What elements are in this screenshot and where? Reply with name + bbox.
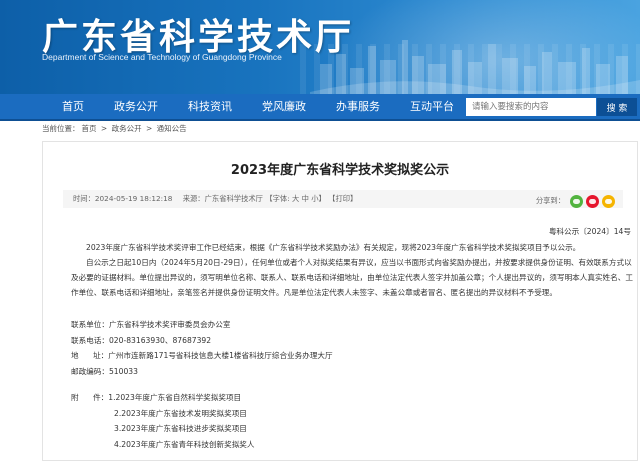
qzone-icon[interactable] — [602, 194, 615, 208]
search-button[interactable]: 搜 索 — [597, 98, 637, 116]
article-meta: 时间：2024-05-19 18:12:18 来源：广东省科学技术厅 【字体: … — [63, 190, 623, 208]
contact-unit: 广东省科学技术奖评审委员会办公室 — [108, 320, 231, 329]
share-label: 分享到： — [535, 196, 565, 205]
breadcrumb-notices[interactable]: 通知公告 — [157, 124, 187, 133]
article-body: 2023年度广东省科学技术奖评审工作已经结束，根据《广东省科学技术奖励办法》有关… — [71, 240, 635, 300]
contact-postcode-row: 邮政编码：510033 — [71, 364, 333, 380]
nav-item-services[interactable]: 办事服务 — [321, 93, 395, 120]
attachment-link[interactable]: 3.2023年度广东省科技进步奖拟奖项目 — [114, 424, 247, 433]
contact-phone-label: 联系电话： — [71, 335, 109, 345]
contact-unit-row: 联系单位：广东省科学技术奖评审委员会办公室 — [71, 317, 333, 333]
nav-item-integrity[interactable]: 党风廉政 — [247, 93, 321, 120]
source-label: 来源： — [182, 194, 205, 203]
nav-item-sci-tech-news[interactable]: 科技资讯 — [173, 93, 247, 120]
font-size-close: 】 — [318, 194, 326, 203]
skyline-illustration — [310, 40, 640, 94]
nav-item-government-affairs[interactable]: 政务公开 — [99, 93, 173, 120]
search-input[interactable] — [466, 98, 596, 116]
site-subtitle: Department of Science and Technology of … — [42, 52, 282, 62]
contact-unit-label: 联系单位： — [71, 320, 109, 329]
article-source: 广东省科学技术厅 — [204, 194, 263, 203]
contact-phone: 020-83163930、87687392 — [108, 335, 212, 345]
publish-time: 2024-05-19 18:12:18 — [94, 194, 173, 203]
paragraph: 2023年度广东省科学技术奖评审工作已经结束，根据《广东省科学技术奖励办法》有关… — [86, 243, 581, 252]
attachment-row: 3.2023年度广东省科技进步奖拟奖项目 — [71, 421, 254, 437]
weibo-icon[interactable] — [586, 194, 599, 208]
contact-postcode-label: 邮政编码： — [71, 366, 109, 376]
contact-address-row: 地 址：广州市连新路171号省科技信息大楼1楼省科技厅综合业务办理大厅 — [71, 348, 333, 364]
font-size-medium[interactable]: 中 — [302, 194, 309, 203]
font-size-large[interactable]: 大 — [292, 194, 299, 203]
article-title: 2023年度广东省科学技术奖拟奖公示 — [230, 163, 450, 178]
breadcrumb-home[interactable]: 首页 — [82, 124, 97, 133]
contact-phone-row: 联系电话：020-83163930、87687392 — [71, 333, 333, 349]
attachment-link[interactable]: 4.2023年度广东省青年科技创新奖拟奖人 — [114, 440, 254, 449]
share-bar: 分享到： — [536, 192, 615, 210]
attachment-link[interactable]: 2.2023年度广东省技术发明奖拟奖项目 — [114, 409, 247, 418]
contact-address-label: 地 址： — [71, 351, 109, 360]
wechat-icon[interactable] — [570, 194, 583, 208]
breadcrumb-prefix: 当前位置： — [42, 124, 80, 133]
font-size-label: 【字体: — [265, 194, 290, 203]
print-link[interactable]: 【打印】 — [328, 194, 357, 203]
nav-item-interaction[interactable]: 互动平台 — [395, 93, 469, 120]
header-banner: 广东省科学技术厅 Department of Science and Techn… — [0, 0, 640, 94]
contact-info: 联系单位：广东省科学技术奖评审委员会办公室 联系电话：020-83163930、… — [71, 317, 333, 379]
paragraph: 自公示之日起10日内（2024年5月20日-29日），任何单位或者个人对拟奖结果… — [71, 258, 633, 297]
article-container: 2023年度广东省科学技术奖拟奖公示 时间：2024-05-19 18:12:1… — [42, 141, 638, 461]
attachment-link[interactable]: 1.2023年度广东省自然科学奖拟奖项目 — [108, 393, 241, 402]
contact-postcode: 510033 — [108, 366, 138, 376]
breadcrumb-separator: > — [100, 124, 108, 133]
attachments-label: 附 件： — [71, 393, 109, 402]
attachment-row: 4.2023年度广东省青年科技创新奖拟奖人 — [71, 437, 254, 453]
breadcrumb-separator: > — [145, 124, 153, 133]
breadcrumb-government-affairs[interactable]: 政务公开 — [112, 124, 142, 133]
font-size-small[interactable]: 小 — [311, 194, 318, 203]
attachments: 附 件：1.2023年度广东省自然科学奖拟奖项目 2.2023年度广东省技术发明… — [71, 390, 254, 452]
attachment-row: 附 件：1.2023年度广东省自然科学奖拟奖项目 — [71, 390, 254, 406]
main-nav: 首页 政务公开 科技资讯 党风廉政 办事服务 互动平台 搜 索 — [0, 94, 640, 121]
breadcrumb: 当前位置： 首页 > 政务公开 > 通知公告 — [0, 121, 640, 137]
attachment-row: 2.2023年度广东省技术发明奖拟奖项目 — [71, 406, 254, 422]
contact-address: 广州市连新路171号省科技信息大楼1楼省科技厅综合业务办理大厅 — [108, 351, 333, 360]
document-number: 粤科公示〔2024〕14号 — [548, 227, 631, 236]
nav-item-home[interactable]: 首页 — [0, 93, 99, 120]
time-label: 时间： — [73, 194, 95, 203]
